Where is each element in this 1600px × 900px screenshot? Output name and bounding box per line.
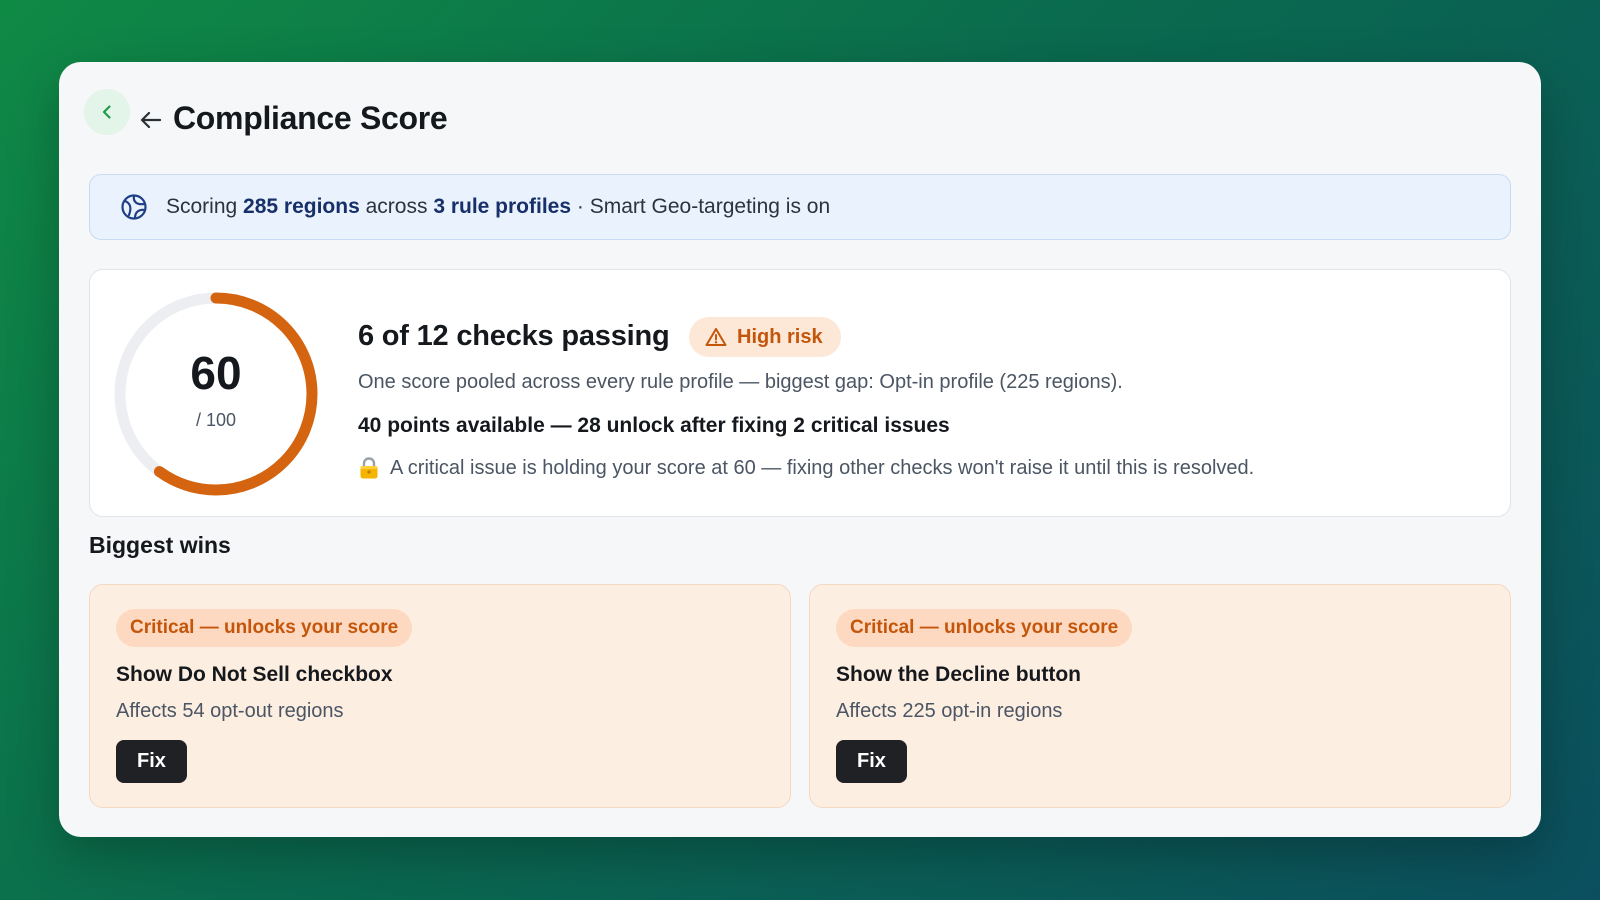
score-description: One score pooled across every rule profi… [358,371,1123,393]
compliance-score-panel: Compliance Score Scoring 285 regions acr… [59,62,1541,837]
critical-badge: Critical — unlocks your score [116,609,413,647]
arrow-left-icon[interactable] [139,110,163,130]
page-title: Compliance Score [173,100,448,136]
win-subtitle: Affects 54 opt-out regions [116,700,344,722]
banner-prefix: Scoring [166,195,244,218]
chevron-left-icon [102,105,111,119]
score-summary-card: 60 / 100 6 of 12 checks passing High ris… [89,269,1511,517]
banner-suffix: · Smart Geo-targeting is on [571,195,831,218]
score-max: / 100 [195,410,237,430]
fix-button[interactable]: Fix [116,740,187,783]
warning-icon [705,328,727,346]
back-button[interactable] [84,89,130,135]
win-title: Show the Decline button [836,663,1081,686]
score-value: 60 [190,347,242,399]
fix-button[interactable]: Fix [836,740,907,783]
banner-profiles: 3 rule profiles [433,195,572,218]
biggest-wins-title: Biggest wins [89,532,231,558]
points-available: 40 points available — 28 unlock after fi… [358,414,950,437]
score-lock-notice: A critical issue is holding your score a… [358,456,1254,480]
checks-passing-title: 6 of 12 checks passing [358,320,670,352]
banner-regions: 285 regions [243,195,360,218]
globe-icon [121,194,147,220]
banner-middle: across [359,195,434,218]
critical-badge: Critical — unlocks your score [836,609,1133,647]
win-subtitle: Affects 225 opt-in regions [836,700,1063,722]
win-title: Show Do Not Sell checkbox [116,663,393,686]
risk-badge: High risk [689,317,841,357]
win-card-do-not-sell: Critical — unlocks your score Show Do No… [89,584,791,808]
lock-message: A critical issue is holding your score a… [390,456,1255,479]
win-card-decline-button: Critical — unlocks your score Show the D… [809,584,1511,808]
lock-icon [360,457,378,479]
risk-label: High risk [737,325,823,348]
scoring-info-banner: Scoring 285 regions across 3 rule profil… [89,174,1511,240]
